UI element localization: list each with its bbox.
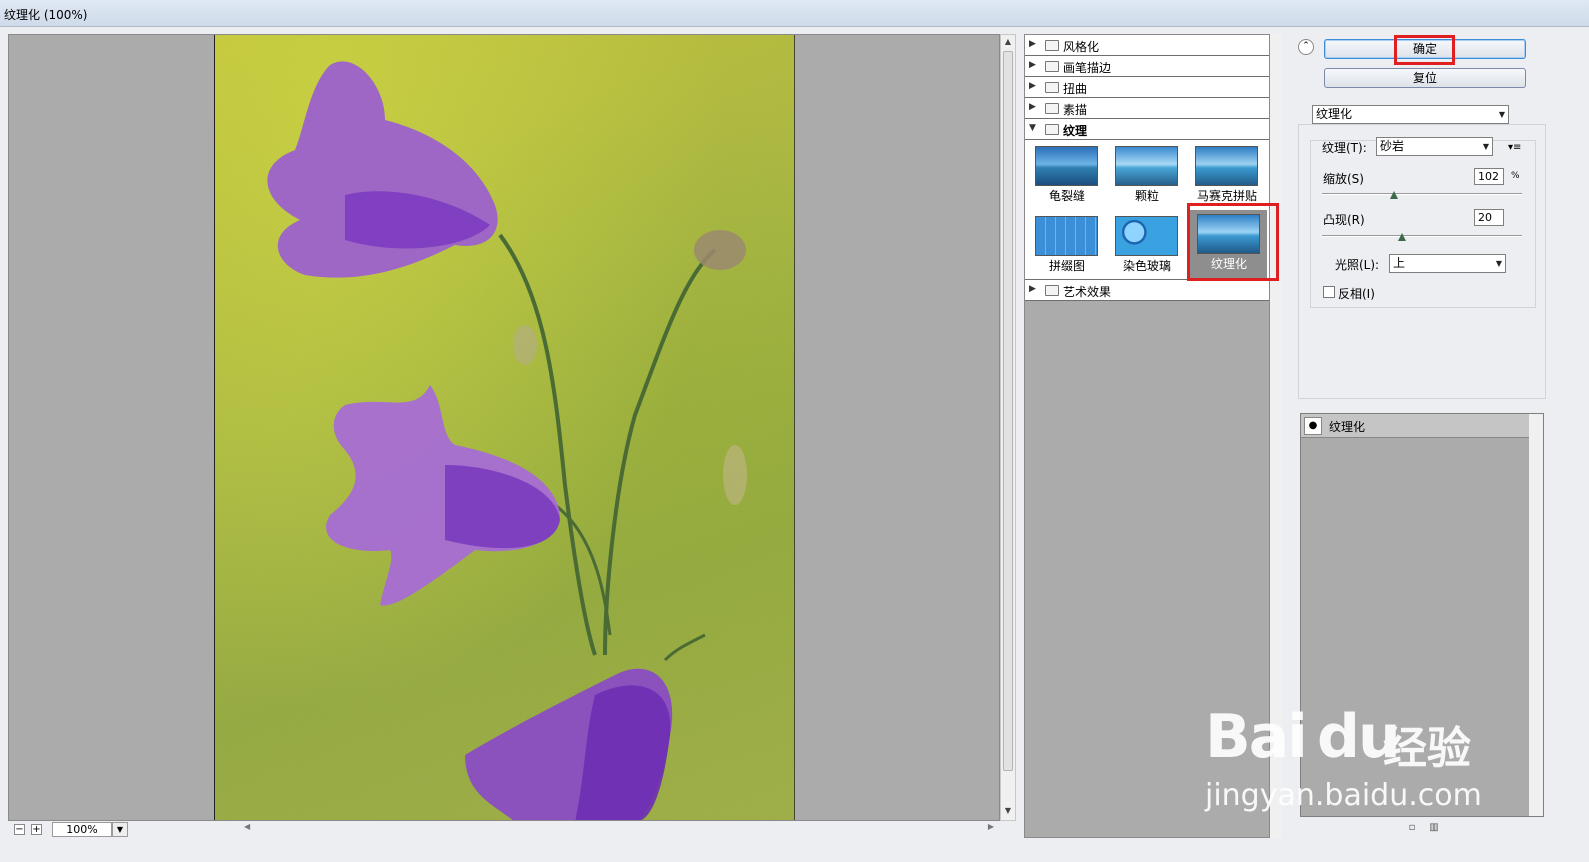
dropdown-arrow-icon: ▼ xyxy=(1482,142,1489,151)
zoom-level-field[interactable]: 100% xyxy=(52,822,112,837)
relief-label: 凸现(R) xyxy=(1323,213,1365,227)
scroll-left-icon[interactable]: ◀ xyxy=(244,822,250,831)
thumbnail-image xyxy=(1115,216,1178,256)
expand-arrow-icon[interactable]: ▶ xyxy=(1029,102,1036,112)
thumbnail-image xyxy=(1195,146,1258,186)
filter-thumb-label: 染色玻璃 xyxy=(1122,259,1171,273)
new-effect-layer-icon[interactable]: ▫ xyxy=(1406,822,1418,834)
light-select-value: 上 xyxy=(1393,256,1406,270)
filter-group-label: 素描 xyxy=(1063,103,1088,117)
expand-arrow-icon[interactable]: ▶ xyxy=(1029,81,1036,91)
preview-vertical-scrollbar[interactable]: ▲ ▼ xyxy=(1000,34,1016,821)
watermark-jingyan: 经验 xyxy=(1383,723,1471,774)
scrollbar-thumb[interactable] xyxy=(1003,51,1013,771)
preview-zoom-bar: − + 100% ▼ ◀ ▶ xyxy=(8,821,1000,839)
zoom-out-button[interactable]: − xyxy=(14,824,25,835)
thumbnail-image xyxy=(1115,146,1178,186)
invert-label: 反相(I) xyxy=(1338,287,1375,301)
relief-field[interactable]: 20 xyxy=(1474,209,1504,226)
expand-arrow-icon[interactable]: ▶ xyxy=(1029,39,1036,49)
filter-thumb-mosaic-tiles[interactable]: 马赛克拼贴 xyxy=(1187,142,1263,210)
preview-area[interactable] xyxy=(8,34,1000,821)
eye-icon[interactable]: ● xyxy=(1304,417,1322,435)
dropdown-arrow-icon: ▼ xyxy=(1495,259,1502,268)
effect-layer-name: 纹理化 xyxy=(1329,420,1366,434)
folder-icon xyxy=(1045,40,1059,51)
texture-select-value: 砂岩 xyxy=(1380,139,1405,153)
filter-group-texture[interactable]: ▼ 纹理 xyxy=(1025,119,1269,140)
filter-group-brush-strokes[interactable]: ▶ 画笔描边 xyxy=(1025,56,1269,77)
light-select[interactable]: 上 ▼ xyxy=(1389,254,1506,273)
baidu-watermark: Bai du 经验 jingyan.baidu.com xyxy=(1205,682,1495,822)
window-title: 纹理化 (100%) xyxy=(4,8,88,22)
texture-menu-icon[interactable]: ▾≡ xyxy=(1508,142,1521,153)
title-bar: 纹理化 (100%) xyxy=(0,0,1589,27)
zoom-dropdown-icon[interactable]: ▼ xyxy=(112,822,128,837)
filter-select-value: 纹理化 xyxy=(1316,107,1353,121)
folder-icon xyxy=(1045,285,1059,296)
scroll-right-icon[interactable]: ▶ xyxy=(988,822,994,831)
filter-thumb-label: 拼缀图 xyxy=(1048,259,1085,273)
collapse-gallery-icon[interactable]: ⌃ xyxy=(1298,39,1314,55)
filter-group-label: 风格化 xyxy=(1063,40,1100,54)
filter-group-label: 扭曲 xyxy=(1063,82,1088,96)
expand-arrow-icon[interactable]: ▶ xyxy=(1029,60,1036,70)
thumbnail-image xyxy=(1035,216,1098,256)
filter-group-stylize[interactable]: ▶ 风格化 xyxy=(1025,35,1269,56)
dropdown-arrow-icon: ▼ xyxy=(1498,110,1505,119)
preview-horizontal-scrollbar[interactable]: ◀ ▶ xyxy=(240,822,998,836)
relief-slider-thumb[interactable] xyxy=(1398,233,1406,241)
filter-thumb-label: 马赛克拼贴 xyxy=(1196,189,1257,203)
filter-thumb-stained-glass[interactable]: 染色玻璃 xyxy=(1107,212,1183,280)
filter-thumb-label: 龟裂缝 xyxy=(1048,189,1085,203)
filter-group-label: 画笔描边 xyxy=(1063,61,1112,75)
scaling-label: 缩放(S) xyxy=(1323,172,1364,186)
layers-scrollbar[interactable] xyxy=(1529,414,1543,816)
reset-button[interactable]: 复位 xyxy=(1324,68,1526,88)
folder-icon xyxy=(1045,82,1059,93)
delete-effect-layer-icon[interactable]: ▥ xyxy=(1428,822,1440,834)
filter-thumb-label: 颗粒 xyxy=(1134,189,1159,203)
relief-slider[interactable] xyxy=(1322,235,1522,237)
zoom-in-button[interactable]: + xyxy=(31,824,42,835)
filter-group-label: 艺术效果 xyxy=(1063,285,1112,299)
light-label: 光照(L): xyxy=(1335,258,1380,272)
thumbnail-image xyxy=(1035,146,1098,186)
folder-icon xyxy=(1045,61,1059,72)
scroll-down-icon[interactable]: ▼ xyxy=(1003,806,1013,818)
filter-group-sketch[interactable]: ▶ 素描 xyxy=(1025,98,1269,119)
effect-layer-row[interactable]: ● 纹理化 xyxy=(1301,414,1529,438)
invert-checkbox[interactable] xyxy=(1323,286,1335,298)
filter-group-label: 纹理 xyxy=(1063,124,1088,138)
filter-group-distort[interactable]: ▶ 扭曲 xyxy=(1025,77,1269,98)
flower-illustration xyxy=(215,35,796,820)
scaling-unit: % xyxy=(1511,171,1520,181)
collapse-arrow-icon[interactable]: ▼ xyxy=(1029,123,1036,133)
texture-label: 纹理(T): xyxy=(1322,141,1367,155)
folder-open-icon xyxy=(1045,124,1059,135)
filter-thumb-craquelure[interactable]: 龟裂缝 xyxy=(1027,142,1103,210)
filter-thumb-patchwork[interactable]: 拼缀图 xyxy=(1027,212,1103,280)
scaling-field[interactable]: 102 xyxy=(1474,168,1504,185)
highlight-box-texturizer xyxy=(1187,203,1279,281)
folder-icon xyxy=(1045,103,1059,114)
scaling-slider-thumb[interactable] xyxy=(1390,191,1398,199)
filter-select[interactable]: 纹理化 ▼ xyxy=(1312,105,1509,124)
expand-arrow-icon[interactable]: ▶ xyxy=(1029,284,1036,294)
filter-group-artistic[interactable]: ▶ 艺术效果 xyxy=(1025,280,1269,301)
preview-image xyxy=(214,35,796,820)
watermark-url: jingyan.baidu.com xyxy=(1205,778,1482,813)
highlight-box-ok xyxy=(1394,35,1455,65)
scroll-up-icon[interactable]: ▲ xyxy=(1003,37,1013,49)
texture-select[interactable]: 砂岩 ▼ xyxy=(1376,137,1493,156)
filter-thumb-grain[interactable]: 颗粒 xyxy=(1107,142,1183,210)
watermark-logo-text: Bai xyxy=(1205,702,1308,772)
scaling-slider[interactable] xyxy=(1322,193,1522,195)
